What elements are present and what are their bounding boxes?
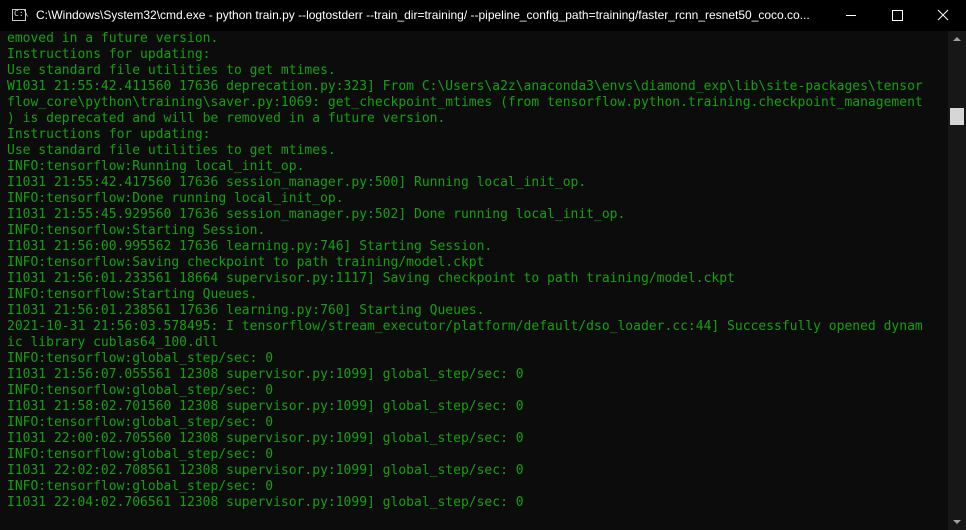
- console-line: I1031 22:02:02.708561 12308 supervisor.p…: [7, 463, 524, 478]
- console-line: INFO:tensorflow:global_step/sec: 0: [7, 351, 274, 366]
- console-line: I1031 21:56:07.055561 12308 supervisor.p…: [7, 367, 524, 382]
- cmd-icon[interactable]: C:\: [12, 9, 28, 21]
- minimize-button[interactable]: [828, 0, 874, 31]
- scroll-up-button[interactable]: [948, 31, 966, 48]
- console-line: I1031 21:55:45.929560 17636 session_mana…: [7, 207, 626, 222]
- console-line: I1031 21:56:01.238561 17636 learning.py:…: [7, 303, 485, 318]
- console-line: INFO:tensorflow:Saving checkpoint to pat…: [7, 255, 485, 270]
- console-line: I1031 21:58:02.701560 12308 supervisor.p…: [7, 399, 524, 414]
- chevron-up-icon: [953, 37, 961, 41]
- console-line: 2021-10-31 21:56:03.578495: I tensorflow…: [7, 319, 923, 334]
- console-line: Instructions for updating:: [7, 127, 211, 142]
- minimize-icon: [846, 15, 856, 16]
- close-icon: [937, 9, 949, 21]
- title-bar[interactable]: C:\ C:\Windows\System32\cmd.exe - python…: [0, 0, 966, 31]
- console-line: I1031 21:56:00.995562 17636 learning.py:…: [7, 239, 493, 254]
- console-line: INFO:tensorflow:Running local_init_op.: [7, 159, 305, 174]
- close-button[interactable]: [920, 0, 966, 31]
- console-line: W1031 21:55:42.411560 17636 deprecation.…: [7, 79, 923, 94]
- maximize-button[interactable]: [874, 0, 920, 31]
- console-output[interactable]: emoved in a future version. Instructions …: [0, 31, 948, 530]
- console-line: Use standard file utilities to get mtime…: [7, 63, 336, 78]
- chevron-down-icon: [953, 520, 961, 524]
- console-line: INFO:tensorflow:Starting Session.: [7, 223, 266, 238]
- window-title: C:\Windows\System32\cmd.exe - python tra…: [36, 8, 810, 22]
- console-line: INFO:tensorflow:Done running local_init_…: [7, 191, 344, 206]
- console-line: INFO:tensorflow:Starting Queues.: [7, 287, 258, 302]
- console-line: Instructions for updating:: [7, 47, 211, 62]
- console-line: ) is deprecated and will be removed in a…: [7, 111, 446, 126]
- console-line: INFO:tensorflow:global_step/sec: 0: [7, 383, 274, 398]
- cmd-window: C:\ C:\Windows\System32\cmd.exe - python…: [0, 0, 966, 530]
- console-line: I1031 22:00:02.705560 12308 supervisor.p…: [7, 431, 524, 446]
- console-line: I1031 22:04:02.706561 12308 supervisor.p…: [7, 495, 524, 510]
- console-line: flow_core\python\training\saver.py:1069:…: [7, 95, 923, 110]
- scroll-thumb[interactable]: [950, 108, 964, 125]
- maximize-icon: [892, 10, 903, 21]
- console-line: emoved in a future version.: [7, 31, 219, 46]
- console-line: INFO:tensorflow:global_step/sec: 0: [7, 447, 274, 462]
- console-line: INFO:tensorflow:global_step/sec: 0: [7, 415, 274, 430]
- console-line: I1031 21:56:01.233561 18664 supervisor.p…: [7, 271, 735, 286]
- console-line: Use standard file utilities to get mtime…: [7, 143, 336, 158]
- console-line: ic library cublas64_100.dll: [7, 335, 219, 350]
- console-line: INFO:tensorflow:global_step/sec: 0: [7, 479, 274, 494]
- console-line: I1031 21:55:42.417560 17636 session_mana…: [7, 175, 587, 190]
- vertical-scrollbar[interactable]: [948, 31, 966, 530]
- scroll-down-button[interactable]: [948, 513, 966, 530]
